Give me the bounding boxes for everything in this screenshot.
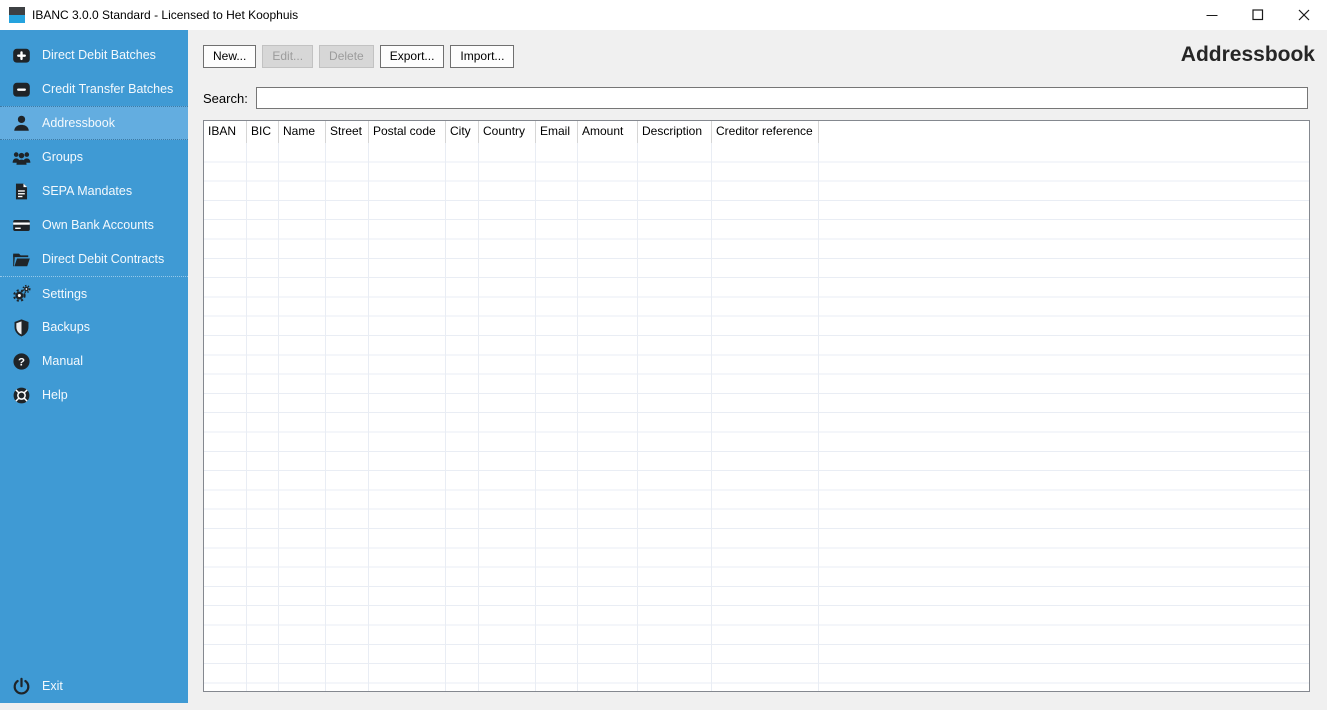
column-header-creditor-reference[interactable]: Creditor reference	[712, 121, 819, 143]
sidebar-item-label: Addressbook	[42, 116, 115, 130]
search-label: Search:	[203, 90, 248, 106]
lifebuoy-icon	[12, 386, 32, 405]
grid-column-line	[325, 143, 326, 691]
page-title: Addressbook	[1180, 43, 1315, 66]
grid-column-line	[818, 143, 819, 691]
column-header-email[interactable]: Email	[536, 121, 578, 143]
sidebar-item-own-bank-accounts[interactable]: Own Bank Accounts	[0, 208, 188, 242]
grid-column-line	[246, 143, 247, 691]
plus-badge-icon	[12, 46, 32, 65]
sidebar-item-settings[interactable]: Settings	[0, 276, 188, 310]
sidebar-item-backups[interactable]: Backups	[0, 310, 188, 344]
app-logo-icon	[9, 7, 25, 23]
minus-badge-icon	[12, 80, 32, 99]
column-header-name[interactable]: Name	[279, 121, 326, 143]
open-folder-icon	[12, 250, 32, 269]
sidebar-item-label: Exit	[42, 679, 63, 693]
titlebar: IBANC 3.0.0 Standard - Licensed to Het K…	[0, 0, 1327, 30]
sidebar-item-sepa-mandates[interactable]: SEPA Mandates	[0, 174, 188, 208]
search-row: Search:	[203, 87, 1308, 109]
grid-column-line	[577, 143, 578, 691]
shield-icon	[12, 318, 32, 337]
people-icon	[12, 148, 32, 167]
sidebar-item-label: Direct Debit Contracts	[42, 252, 165, 266]
column-header-amount[interactable]: Amount	[578, 121, 638, 143]
close-button[interactable]	[1281, 0, 1327, 30]
import-button[interactable]: Import...	[450, 45, 515, 68]
grid-column-line	[368, 143, 369, 691]
sidebar-item-label: SEPA Mandates	[42, 184, 133, 198]
grid-column-line	[278, 143, 279, 691]
table-header: IBAN BIC Name Street Postal code City Co…	[204, 121, 1309, 143]
minimize-button[interactable]	[1189, 0, 1235, 30]
search-input[interactable]	[255, 87, 1308, 109]
sidebar-item-addressbook[interactable]: Addressbook	[0, 106, 188, 140]
sidebar-item-label: Manual	[42, 354, 83, 368]
maximize-button[interactable]	[1235, 0, 1281, 30]
close-icon	[1298, 9, 1310, 21]
sidebar-item-direct-debit-batches[interactable]: Direct Debit Batches	[0, 38, 188, 72]
credit-card-icon	[12, 216, 32, 235]
table-body[interactable]	[204, 143, 1309, 691]
app-window: IBANC 3.0.0 Standard - Licensed to Het K…	[0, 0, 1327, 710]
sidebar-item-label: Groups	[42, 150, 83, 164]
delete-button[interactable]: Delete	[319, 45, 374, 68]
sidebar-item-label: Own Bank Accounts	[42, 218, 154, 232]
column-header-street[interactable]: Street	[326, 121, 369, 143]
grid-column-line	[478, 143, 479, 691]
grid-column-line	[535, 143, 536, 691]
sidebar-item-label: Settings	[42, 286, 88, 301]
sidebar-item-groups[interactable]: Groups	[0, 140, 188, 174]
new-button[interactable]: New...	[203, 45, 257, 68]
minimize-icon	[1206, 15, 1218, 16]
sidebar: Direct Debit Batches Credit Transfer Bat…	[0, 30, 188, 703]
sidebar-item-credit-transfer-batches[interactable]: Credit Transfer Batches	[0, 72, 188, 106]
sidebar-item-manual[interactable]: ? Manual	[0, 344, 188, 378]
maximize-icon	[1252, 9, 1264, 21]
export-button[interactable]: Export...	[379, 45, 445, 68]
svg-text:?: ?	[18, 356, 25, 368]
main-content: New... Edit... Delete Export... Import..…	[188, 30, 1327, 710]
grid-column-line	[711, 143, 712, 691]
person-icon	[12, 114, 32, 133]
sidebar-item-label: Backups	[42, 320, 90, 334]
edit-button[interactable]: Edit...	[262, 45, 314, 68]
document-icon	[12, 182, 32, 201]
question-circle-icon: ?	[12, 352, 32, 371]
grid-column-line	[637, 143, 638, 691]
addressbook-table: IBAN BIC Name Street Postal code City Co…	[203, 120, 1310, 692]
sidebar-nav: Direct Debit Batches Credit Transfer Bat…	[0, 30, 188, 412]
grid-column-line	[445, 143, 446, 691]
sidebar-item-exit[interactable]: Exit	[0, 669, 188, 703]
column-header-iban[interactable]: IBAN	[204, 121, 247, 143]
window-title: IBANC 3.0.0 Standard - Licensed to Het K…	[32, 8, 299, 22]
column-header-description[interactable]: Description	[638, 121, 712, 143]
sidebar-item-help[interactable]: Help	[0, 378, 188, 412]
toolbar: New... Edit... Delete Export... Import..…	[203, 45, 515, 68]
column-header-country[interactable]: Country	[479, 121, 536, 143]
gears-icon	[12, 284, 32, 303]
window-controls	[1189, 0, 1327, 30]
sidebar-item-direct-debit-contracts[interactable]: Direct Debit Contracts	[0, 242, 188, 276]
column-header-bic[interactable]: BIC	[247, 121, 279, 143]
sidebar-item-label: Help	[42, 388, 68, 402]
sidebar-item-label: Credit Transfer Batches	[42, 82, 174, 96]
sidebar-item-label: Direct Debit Batches	[42, 48, 156, 62]
column-header-city[interactable]: City	[446, 121, 479, 143]
column-header-postal-code[interactable]: Postal code	[369, 121, 446, 143]
power-icon	[12, 677, 32, 696]
